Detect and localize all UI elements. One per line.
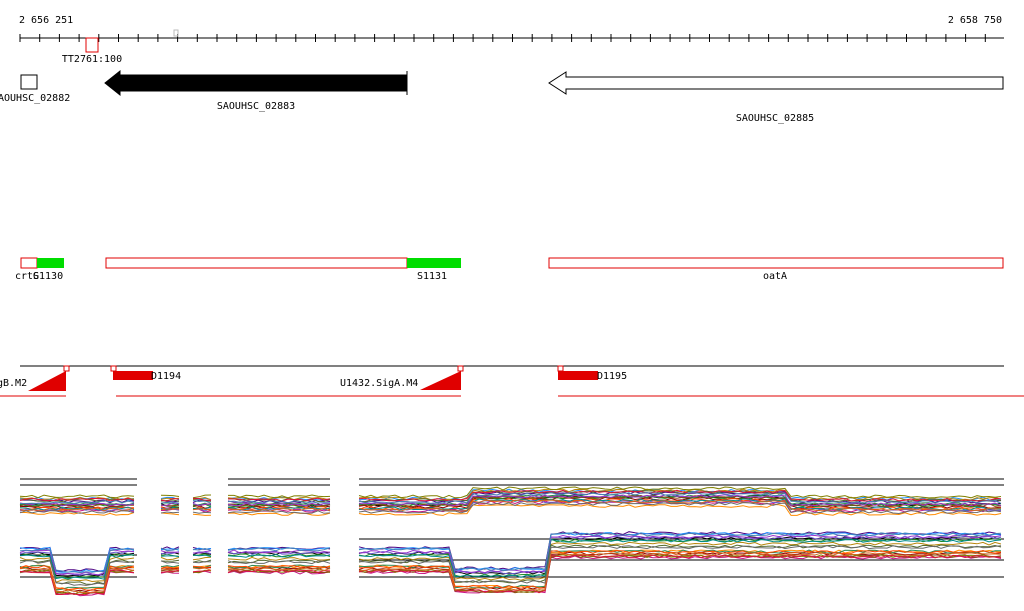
coord-start-label: 2 656 251 — [19, 15, 73, 26]
expression-profile-line — [160, 512, 180, 516]
expression-profile-line — [192, 556, 212, 561]
tu-box-mid[interactable] — [105, 257, 408, 269]
tu-label-right: oatA — [763, 271, 787, 282]
expression-profile-line — [160, 511, 180, 514]
gene-label-mid: SAOUHSC_02883 — [217, 101, 295, 112]
tu-box-right[interactable] — [548, 257, 1004, 269]
promoter-label-left: gB.M2 — [0, 378, 27, 389]
expression-profile-line — [192, 511, 212, 514]
terminator-track[interactable]: TT2761:100 — [62, 37, 122, 65]
gene-feature-left[interactable] — [20, 74, 38, 90]
gene-label-left: AOUHSC_02882 — [0, 93, 70, 104]
gene-label-right: SAOUHSC_02885 — [736, 113, 814, 124]
promoter-marker-left[interactable] — [63, 365, 70, 372]
tu-label-left-b: S1130 — [33, 271, 63, 282]
promoter-label-mid: U1432.SigA.M4 — [340, 378, 418, 389]
expression-profile-line — [227, 556, 331, 561]
binding-site-d1194[interactable] — [113, 371, 153, 380]
promoter-marker-mid[interactable] — [457, 365, 464, 372]
expression-profile-line — [160, 555, 180, 558]
expression-profile-line — [192, 513, 212, 516]
expression-profile-line — [160, 556, 180, 561]
gene-track: AOUHSC_02882 SAOUHSC_02883 SAOUHSC_02885 — [0, 69, 1004, 124]
expression-profile-line — [358, 554, 1002, 594]
coordinate-ruler: 2 656 251 2 658 750 — [19, 15, 1004, 42]
expression-profile-line — [192, 569, 212, 573]
transcription-unit-track: crtG S1130 S1131 oatA — [15, 257, 1004, 282]
expression-profile-line — [160, 494, 180, 497]
promoter-label-d1194: D1194 — [151, 371, 181, 382]
promoter-ramp-left[interactable] — [28, 371, 66, 391]
genome-track-canvas: 2 656 251 2 658 750 TT2761:100 AOUHSC_02… — [0, 15, 1024, 597]
promoter-track: gB.M2 D1194 U1432.SigA.M4 D1195 — [0, 365, 1024, 397]
expression-profile-line — [227, 511, 331, 516]
promoter-marker-d1195[interactable] — [557, 365, 564, 372]
expression-profile-line — [19, 494, 135, 499]
expression-profile-line — [192, 567, 212, 571]
tu-green-mid[interactable] — [407, 258, 461, 268]
terminator-label: TT2761:100 — [62, 54, 122, 65]
expression-profile-line — [160, 550, 180, 554]
coord-end-label: 2 658 750 — [948, 15, 1002, 26]
gene-arrow-mid[interactable] — [104, 69, 408, 97]
terminator-box[interactable] — [85, 37, 99, 53]
expression-profile-line — [160, 559, 180, 562]
expression-profile-track — [19, 478, 1004, 597]
tu-green-left[interactable] — [37, 258, 64, 268]
gene-arrow-right[interactable] — [548, 71, 1004, 95]
expression-profile-line — [192, 494, 212, 499]
binding-site-d1195[interactable] — [558, 371, 598, 380]
promoter-marker-d1194[interactable] — [110, 365, 117, 372]
promoter-ramp-mid[interactable] — [420, 371, 461, 390]
genome-browser-view: 2 656 251 2 658 750 TT2761:100 AOUHSC_02… — [0, 0, 1024, 611]
promoter-label-d1195: D1195 — [597, 371, 627, 382]
tu-box-left[interactable] — [20, 257, 38, 269]
tu-label-mid: S1131 — [417, 271, 447, 282]
